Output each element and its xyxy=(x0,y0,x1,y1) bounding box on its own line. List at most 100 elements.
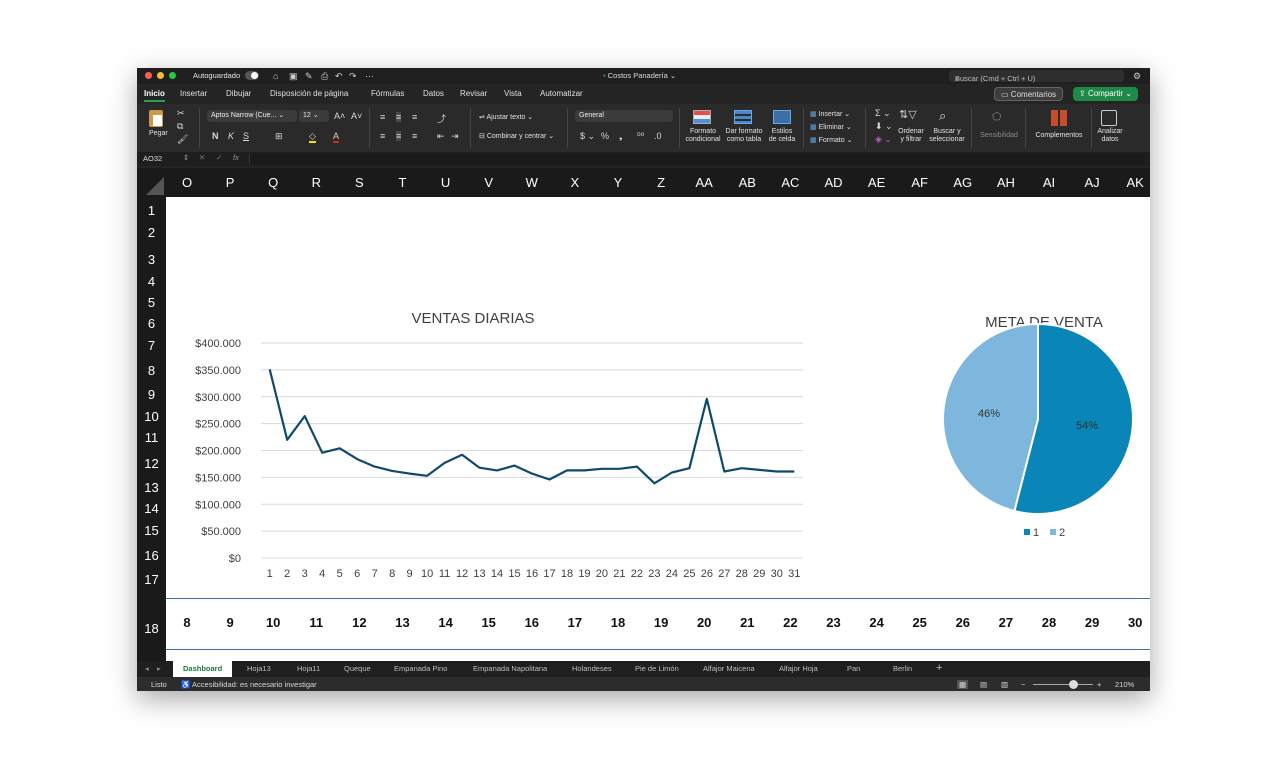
column-header[interactable]: Q xyxy=(252,175,294,190)
currency-icon[interactable]: $ ⌄ xyxy=(580,131,595,142)
row-header[interactable]: 17 xyxy=(137,572,166,587)
sensitivity-button[interactable]: ⬠ Sensibilidad xyxy=(977,108,1021,148)
comma-icon[interactable]: ❟ xyxy=(619,131,623,142)
clear-icon[interactable]: ◈ ⌄ xyxy=(875,134,892,145)
row-18-cell[interactable]: 21 xyxy=(732,615,762,630)
meta-de-venta-chart[interactable]: META DE VENTA 54%46% 12 xyxy=(942,303,1150,553)
column-header[interactable]: O xyxy=(166,175,208,190)
tab-revisar[interactable]: Revisar xyxy=(460,89,487,98)
row-18-cell[interactable]: 27 xyxy=(991,615,1021,630)
underline-button[interactable]: S xyxy=(243,131,249,141)
sheet-tab[interactable]: Alfajor Maicena xyxy=(703,664,755,673)
confirm-icon[interactable]: ✓ xyxy=(216,153,222,162)
italic-button[interactable]: K xyxy=(228,131,234,141)
wrap-text-button[interactable]: ⇌ Ajustar texto ⌄ xyxy=(479,113,533,121)
column-header[interactable]: AD xyxy=(813,175,855,190)
column-header[interactable]: AA xyxy=(683,175,725,190)
format-as-table-button[interactable]: Dar formato como tabla xyxy=(724,108,764,148)
row-header[interactable]: 7 xyxy=(137,338,166,353)
sort-filter-button[interactable]: ⇅▽ Ordenar y filtrar xyxy=(895,108,927,148)
fx-icon[interactable]: fx xyxy=(233,153,239,162)
sheet-tab[interactable]: Holandeses xyxy=(572,664,612,673)
row-header[interactable]: 13 xyxy=(137,480,166,495)
row-header[interactable]: 14 xyxy=(137,501,166,516)
row-18-cell[interactable]: 23 xyxy=(819,615,849,630)
tab-automatizar[interactable]: Automatizar xyxy=(540,89,583,98)
column-header[interactable]: X xyxy=(554,175,596,190)
column-header[interactable]: U xyxy=(425,175,467,190)
worksheet[interactable]: VENTAS DIARIAS $400.000 $350.000 $300.000 $… xyxy=(166,197,1150,661)
row-header[interactable]: 18 xyxy=(137,621,166,636)
tab-insertar[interactable]: Insertar xyxy=(180,89,207,98)
column-header[interactable]: R xyxy=(295,175,337,190)
column-header[interactable]: P xyxy=(209,175,251,190)
font-name-select[interactable]: Aptos Narrow (Cue... ⌄ xyxy=(207,110,297,122)
comments-button[interactable]: ▭ Comentarios xyxy=(994,87,1064,101)
column-header[interactable]: AF xyxy=(899,175,941,190)
row-18-cell[interactable]: 30 xyxy=(1120,615,1150,630)
borders-icon[interactable]: ⊞ xyxy=(275,131,283,142)
column-header[interactable]: AE xyxy=(856,175,898,190)
column-header[interactable]: AK xyxy=(1114,175,1150,190)
more-icon[interactable]: ⋯ xyxy=(365,71,374,82)
zoom-slider[interactable] xyxy=(1033,680,1093,689)
tab-formulas[interactable]: Fórmulas xyxy=(371,89,404,98)
sheet-tab[interactable]: Pan xyxy=(847,664,860,673)
column-header[interactable]: W xyxy=(511,175,553,190)
close-window-button[interactable] xyxy=(145,72,152,79)
row-header[interactable]: 2 xyxy=(137,225,166,240)
row-18-cell[interactable]: 12 xyxy=(344,615,374,630)
row-18-cell[interactable]: 8 xyxy=(172,615,202,630)
find-select-button[interactable]: ⌕ Buscar y seleccionar xyxy=(929,108,965,148)
align-right-icon[interactable]: ≡ xyxy=(412,131,417,141)
autosave-toggle[interactable] xyxy=(245,71,259,80)
outdent-icon[interactable]: ⇥ xyxy=(451,131,459,142)
fill-color-icon[interactable]: ◇ xyxy=(309,131,316,143)
row-header[interactable]: 3 xyxy=(137,252,166,267)
orientation-icon[interactable]: ⤴ xyxy=(437,112,446,125)
edit-icon[interactable]: ✎ xyxy=(305,71,313,82)
column-header[interactable]: S xyxy=(338,175,380,190)
indent-icon[interactable]: ⇤ xyxy=(437,131,445,142)
row-18-cell[interactable]: 13 xyxy=(388,615,418,630)
autosum-icon[interactable]: Σ ⌄ xyxy=(875,108,891,119)
row-header[interactable]: 6 xyxy=(137,316,166,331)
cut-icon[interactable]: ✂ xyxy=(177,108,185,119)
bold-button[interactable]: N xyxy=(212,131,219,141)
sheet-tab[interactable]: Empanada Pino xyxy=(394,664,447,673)
search-box[interactable]: ⌕ Buscar (Cmd + Ctrl + U) xyxy=(949,70,1124,83)
row-header[interactable]: 15 xyxy=(137,523,166,538)
row-18-cell[interactable]: 10 xyxy=(258,615,288,630)
row-header[interactable]: 8 xyxy=(137,363,166,378)
insert-cells-button[interactable]: ▦ Insertar ⌄ xyxy=(810,110,850,118)
row-18-cell[interactable]: 18 xyxy=(603,615,633,630)
format-cells-button[interactable]: ▦ Formato ⌄ xyxy=(810,136,852,144)
accessibility-status[interactable]: ♿ Accesibilidad: es necesario investigar xyxy=(181,680,317,689)
row-18-cell[interactable]: 16 xyxy=(517,615,547,630)
column-header[interactable]: AJ xyxy=(1071,175,1113,190)
tab-datos[interactable]: Datos xyxy=(423,89,444,98)
column-header[interactable]: T xyxy=(382,175,424,190)
ventas-diarias-chart[interactable]: VENTAS DIARIAS $400.000 $350.000 $300.000 $… xyxy=(186,297,846,587)
sheet-tab[interactable]: Berlin xyxy=(893,664,912,673)
paste-button[interactable]: Pegar xyxy=(145,108,169,144)
align-middle-icon[interactable]: ≡ xyxy=(396,112,402,122)
tab-dibujar[interactable]: Dibujar xyxy=(226,89,251,98)
row-18-cell[interactable]: 17 xyxy=(560,615,590,630)
minimize-window-button[interactable] xyxy=(157,72,164,79)
align-bottom-icon[interactable]: ≡ xyxy=(412,112,417,122)
row-18-cell[interactable]: 14 xyxy=(431,615,461,630)
zoom-out-icon[interactable]: − xyxy=(1021,680,1025,689)
formula-input[interactable] xyxy=(249,154,1144,164)
page-break-icon[interactable]: ▥ xyxy=(1001,680,1008,689)
row-header[interactable]: 10 xyxy=(137,409,166,424)
row-18-cell[interactable]: 28 xyxy=(1034,615,1064,630)
undo-icon[interactable]: ↶ xyxy=(335,71,343,82)
tab-disposicion[interactable]: Disposición de página xyxy=(270,89,348,98)
tab-vista[interactable]: Vista xyxy=(504,89,522,98)
column-header[interactable]: AC xyxy=(769,175,811,190)
increase-decimal-icon[interactable]: ⁰⁰ xyxy=(637,131,644,142)
zoom-level[interactable]: 210% xyxy=(1115,680,1134,689)
row-header[interactable]: 11 xyxy=(137,430,166,445)
tab-inicio[interactable]: Inicio xyxy=(144,89,165,102)
